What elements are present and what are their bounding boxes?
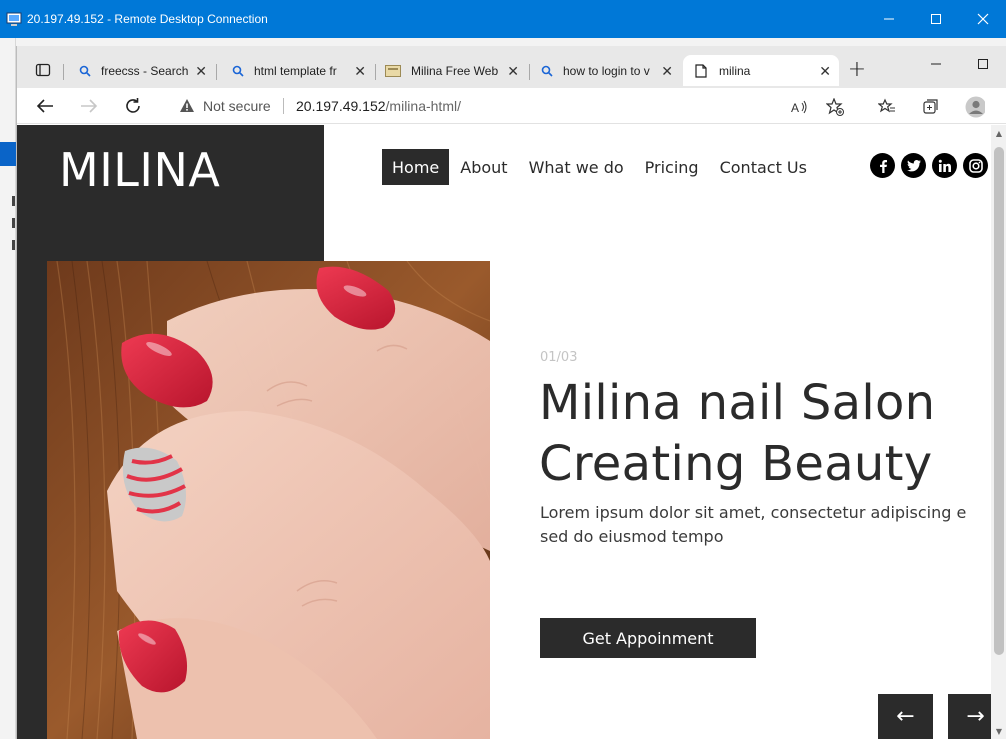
- prev-slide-button[interactable]: ←: [878, 694, 933, 739]
- facebook-icon[interactable]: [870, 153, 895, 178]
- close-icon[interactable]: [960, 0, 1006, 38]
- hero-subtext-line2: sed do eiusmod tempo: [540, 527, 724, 546]
- page-viewport: MILINA Home About What we do Pricing Con…: [17, 125, 991, 739]
- remote-text-fragment: [12, 240, 15, 250]
- tab-how-to-login[interactable]: how to login to v ✕: [533, 55, 681, 86]
- close-tab-icon[interactable]: ✕: [507, 63, 519, 80]
- favorites-icon[interactable]: [877, 97, 897, 117]
- url-path: /milina-html/: [385, 98, 461, 114]
- minimize-window-icon[interactable]: [922, 52, 950, 76]
- maximize-icon[interactable]: [913, 0, 959, 38]
- tab-actions-icon[interactable]: [29, 58, 57, 82]
- url-host: 20.197.49.152: [296, 98, 386, 114]
- tab-title: milina: [719, 63, 751, 78]
- maximize-window-icon[interactable]: [969, 52, 997, 76]
- search-icon: [541, 65, 553, 77]
- search-icon: [232, 65, 244, 77]
- tab-milina-free-web[interactable]: Milina Free Web ✕: [379, 55, 527, 86]
- add-favorite-icon[interactable]: [825, 97, 845, 117]
- tab-title: how to login to v: [563, 63, 650, 78]
- new-tab-button[interactable]: +: [843, 57, 871, 82]
- vertical-scrollbar[interactable]: ▲ ▼: [991, 125, 1006, 739]
- tab-separator: [216, 64, 217, 80]
- nav-pricing[interactable]: Pricing: [635, 149, 709, 185]
- site-logo[interactable]: MILINA: [59, 143, 220, 197]
- twitter-icon[interactable]: [901, 153, 926, 178]
- scroll-down-icon[interactable]: ▼: [991, 723, 1006, 739]
- rdp-title-bar: 20.197.49.152 - Remote Desktop Connectio…: [0, 0, 1006, 38]
- remote-desktop-side: [0, 38, 16, 739]
- scroll-up-icon[interactable]: ▲: [991, 125, 1006, 141]
- tab-separator: [375, 64, 376, 80]
- scroll-thumb[interactable]: [994, 147, 1004, 655]
- address-bar: Not secure 20.197.49.152/milina-html/ A: [17, 88, 1006, 124]
- document-icon: [695, 63, 707, 78]
- hero-headline: Milina nail Salon Creating Beauty: [539, 373, 991, 495]
- refresh-button[interactable]: [119, 94, 147, 118]
- tab-title: freecss - Search: [101, 63, 189, 78]
- rdp-title-text: 20.197.49.152 - Remote Desktop Connectio…: [27, 12, 268, 26]
- social-links: [870, 153, 988, 178]
- close-tab-icon[interactable]: ✕: [819, 63, 831, 80]
- collections-icon[interactable]: [921, 97, 941, 117]
- tab-separator: [63, 64, 64, 80]
- page-thumbnail-icon: [385, 64, 401, 77]
- forward-button[interactable]: [75, 94, 103, 118]
- remote-taskbar-highlight: [0, 142, 16, 166]
- hero-headline-line1: Milina nail Salon: [539, 375, 936, 431]
- url-separator: [283, 98, 284, 114]
- tab-title: Milina Free Web: [411, 63, 499, 78]
- nav-home[interactable]: Home: [382, 149, 450, 185]
- tab-title: html template fr: [254, 63, 337, 78]
- warning-icon: [180, 99, 194, 112]
- tab-strip: freecss - Search ✕ html template fr ✕ Mi…: [17, 46, 1006, 88]
- back-button[interactable]: [31, 94, 59, 118]
- profile-avatar-icon[interactable]: [965, 96, 985, 118]
- minimize-icon[interactable]: [866, 0, 912, 38]
- instagram-icon[interactable]: [963, 153, 988, 178]
- nav-what-we-do[interactable]: What we do: [519, 149, 634, 185]
- remote-text-fragment: [12, 218, 15, 228]
- security-status[interactable]: Not secure: [203, 98, 271, 114]
- hero-subtext-line1: Lorem ipsum dolor sit amet, consectetur …: [540, 503, 967, 522]
- next-slide-button[interactable]: →: [948, 694, 991, 739]
- tab-html-template[interactable]: html template fr ✕: [224, 55, 374, 86]
- close-tab-icon[interactable]: ✕: [354, 63, 366, 80]
- close-tab-icon[interactable]: ✕: [661, 63, 673, 80]
- hero-nail-image: [47, 261, 490, 739]
- url-text[interactable]: 20.197.49.152/milina-html/: [296, 98, 461, 114]
- get-appointment-button[interactable]: Get Appoinment: [540, 618, 756, 658]
- browser-window: freecss - Search ✕ html template fr ✕ Mi…: [16, 46, 1006, 739]
- url-field[interactable]: Not secure 20.197.49.152/milina-html/: [161, 91, 859, 121]
- slide-counter: 01/03: [540, 350, 578, 365]
- dark-side-strip: [17, 261, 47, 739]
- nav-contact-us[interactable]: Contact Us: [710, 149, 817, 185]
- tab-separator: [529, 64, 530, 80]
- remote-desktop-icon: [6, 12, 22, 26]
- hero-subtext: Lorem ipsum dolor sit amet, consectetur …: [540, 501, 991, 549]
- svg-text:A: A: [791, 101, 799, 114]
- close-tab-icon[interactable]: ✕: [195, 63, 207, 80]
- tab-freecss-search[interactable]: freecss - Search ✕: [71, 55, 215, 86]
- search-icon: [79, 65, 91, 77]
- remote-desktop-background: [0, 38, 1006, 46]
- tab-milina[interactable]: milina ✕: [683, 55, 839, 86]
- hero-headline-line2: Creating Beauty: [539, 436, 933, 492]
- main-nav: Home About What we do Pricing Contact Us: [382, 149, 818, 185]
- header-area: [324, 125, 991, 261]
- nav-about[interactable]: About: [450, 149, 517, 185]
- read-aloud-icon[interactable]: A: [790, 97, 810, 117]
- linkedin-icon[interactable]: [932, 153, 957, 178]
- remote-text-fragment: [12, 196, 15, 206]
